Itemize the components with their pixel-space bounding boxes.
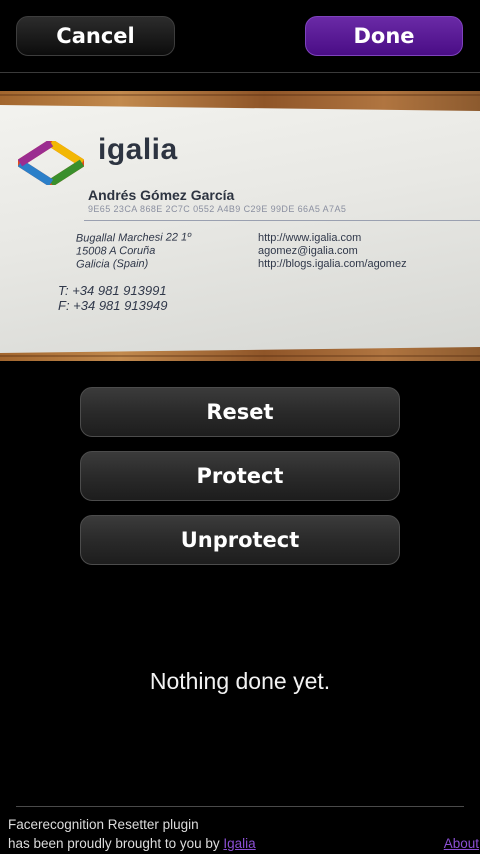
phone-line: T: +34 981 913991 [58, 283, 167, 298]
business-card-photo: igalia Andrés Gómez García 9E65 23CA 868… [0, 91, 480, 361]
card-contact: http://www.igalia.com agomez@igalia.com … [258, 232, 407, 271]
phone-line: F: +34 981 913949 [58, 298, 168, 313]
address-line: 15008 A Coruña [75, 244, 156, 258]
address-line: Galicia (Spain) [76, 257, 149, 271]
contact-line: agomez@igalia.com [258, 245, 358, 257]
wood-grain [0, 355, 480, 357]
card-address: Bugallal Marchesi 22 1º 15008 A Coruña G… [76, 231, 192, 271]
card-phones: T: +34 981 913991 F: +34 981 913949 [58, 283, 168, 313]
card-key: 9E65 23CA 868E 2C7C 0552 A4B9 C29E 99DE … [88, 204, 347, 214]
footer-credit-text: has been proudly brought to you by [8, 836, 224, 851]
status-text: Nothing done yet. [149, 668, 331, 694]
contact-line: http://www.igalia.com [258, 232, 362, 244]
about-link[interactable]: About [444, 836, 479, 851]
unprotect-button[interactable]: Unprotect [80, 515, 400, 565]
address-line: Bugallal Marchesi 22 1º [75, 231, 192, 245]
protect-button[interactable]: Protect [80, 451, 400, 501]
igalia-link[interactable]: Igalia [223, 836, 255, 851]
business-card: igalia Andrés Gómez García 9E65 23CA 868… [0, 105, 480, 353]
contact-line: http://blogs.igalia.com/agomez [258, 258, 407, 270]
footer-divider [16, 806, 464, 807]
card-name: Andrés Gómez García [88, 187, 235, 203]
footer-plugin-name: Facerecognition Resetter plugin [8, 817, 199, 832]
cancel-button[interactable]: Cancel [16, 16, 175, 56]
wood-grain [0, 94, 480, 96]
logo-text: igalia [98, 133, 178, 166]
reset-button[interactable]: Reset [80, 387, 400, 437]
card-divider [84, 220, 480, 221]
footer-credit: has been proudly brought to you by Igali… [8, 836, 256, 851]
done-button[interactable]: Done [305, 16, 463, 56]
igalia-logo-icon [18, 141, 84, 185]
header-bar: Cancel Done [0, 0, 480, 73]
